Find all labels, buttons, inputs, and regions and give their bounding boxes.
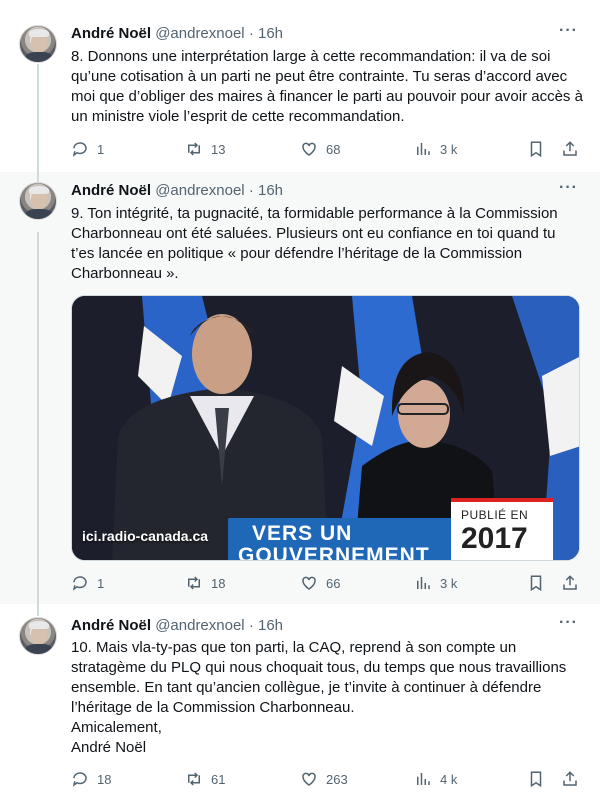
avatar[interactable] — [19, 25, 57, 63]
avatar[interactable] — [19, 617, 57, 655]
heart-icon — [302, 576, 316, 590]
thread-line — [37, 604, 39, 616]
retweet-icon — [188, 576, 200, 590]
tweet-text: 8. Donnons une interprétation large à ce… — [71, 48, 583, 125]
share-button[interactable] — [561, 768, 579, 790]
views-button[interactable]: 3 k — [414, 138, 457, 160]
published-label: PUBLIÉ EN — [461, 508, 529, 522]
tweet-3[interactable]: André Noël @andrexnoel · 16h ··· 10. Mai… — [0, 604, 600, 802]
author-handle[interactable]: @andrexnoel — [155, 182, 244, 199]
author-handle[interactable]: @andrexnoel — [155, 25, 244, 42]
event-banner: VERS UN GOUVERNEMENT — [228, 518, 460, 561]
views-icon — [417, 577, 430, 589]
author-name[interactable]: André Noël — [71, 25, 151, 42]
retweet-count: 18 — [211, 575, 226, 591]
reply-button[interactable]: 18 — [71, 768, 111, 790]
share-icon — [563, 141, 577, 156]
author-handle[interactable]: @andrexnoel — [155, 617, 244, 634]
view-count: 3 k — [440, 575, 458, 591]
tweet-media-image[interactable]: VERS UN GOUVERNEMENT ici.radio-canada.ca… — [71, 295, 580, 561]
tweet-actions: 1 13 68 3 k — [71, 138, 583, 160]
views-button[interactable]: 3 k — [414, 572, 457, 594]
like-count: 263 — [326, 771, 348, 787]
views-icon — [417, 143, 430, 155]
banner-text-line-1: VERS UN — [252, 522, 353, 545]
published-year: 2017 — [461, 522, 528, 555]
bookmark-button[interactable] — [527, 572, 545, 594]
tweet-thread: André Noël @andrexnoel · 16h ··· 8. Donn… — [0, 0, 600, 802]
retweet-count: 13 — [211, 141, 226, 157]
reply-count: 18 — [97, 771, 112, 787]
tweet-header: André Noël @andrexnoel · 16h — [71, 24, 283, 44]
more-icon[interactable]: ··· — [559, 614, 578, 632]
more-icon[interactable]: ··· — [559, 22, 578, 40]
retweet-button[interactable]: 18 — [185, 572, 225, 594]
share-button[interactable] — [561, 138, 579, 160]
like-button[interactable]: 68 — [300, 138, 340, 160]
media-watermark: ici.radio-canada.ca — [82, 528, 209, 544]
reply-button[interactable]: 1 — [71, 138, 104, 160]
separator: · — [248, 182, 254, 199]
tweet-text: 10. Mais vla-ty-pas que ton parti, la CA… — [71, 639, 567, 756]
bookmark-icon — [530, 575, 542, 592]
retweet-button[interactable]: 61 — [185, 768, 225, 790]
timestamp[interactable]: 16h — [258, 25, 283, 42]
heart-icon — [302, 142, 316, 156]
share-button[interactable] — [561, 572, 579, 594]
retweet-icon — [188, 772, 200, 786]
reply-icon — [72, 576, 87, 591]
thread-line — [37, 232, 39, 604]
retweet-icon — [188, 142, 200, 156]
tweet-1[interactable]: André Noël @andrexnoel · 16h ··· 8. Donn… — [0, 0, 600, 172]
timestamp[interactable]: 16h — [258, 617, 283, 634]
reply-button[interactable]: 1 — [71, 572, 104, 594]
views-button[interactable]: 4 k — [414, 768, 457, 790]
retweet-button[interactable]: 13 — [185, 138, 225, 160]
share-icon — [563, 771, 577, 786]
bookmark-button[interactable] — [527, 768, 545, 790]
author-name[interactable]: André Noël — [71, 182, 151, 199]
like-count: 68 — [326, 141, 341, 157]
banner-text-line-2: GOUVERNEMENT — [238, 544, 430, 561]
avatar[interactable] — [19, 182, 57, 220]
timestamp[interactable]: 16h — [258, 182, 283, 199]
view-count: 4 k — [440, 771, 458, 787]
reply-icon — [72, 772, 87, 787]
heart-icon — [302, 772, 316, 786]
tweet-2[interactable]: André Noël @andrexnoel · 16h ··· 9. Ton … — [0, 172, 600, 604]
separator: · — [248, 25, 254, 42]
tweet-header: André Noël @andrexnoel · 16h — [71, 181, 283, 201]
reply-count: 1 — [97, 141, 105, 157]
tweet-text: 9. Ton intégrité, ta pugnacité, ta formi… — [71, 205, 558, 282]
tweet-header: André Noël @andrexnoel · 16h — [71, 616, 283, 636]
views-icon — [417, 773, 430, 785]
view-count: 3 k — [440, 141, 458, 157]
bookmark-icon — [530, 141, 542, 158]
reply-icon — [72, 142, 87, 157]
bookmark-button[interactable] — [527, 138, 545, 160]
retweet-count: 61 — [211, 771, 226, 787]
like-count: 66 — [326, 575, 341, 591]
share-icon — [563, 575, 577, 590]
like-button[interactable]: 263 — [300, 768, 348, 790]
like-button[interactable]: 66 — [300, 572, 340, 594]
published-badge: PUBLIÉ EN 2017 — [451, 498, 553, 560]
thread-line — [37, 64, 39, 172]
author-name[interactable]: André Noël — [71, 617, 151, 634]
more-icon[interactable]: ··· — [559, 179, 578, 197]
separator: · — [248, 617, 254, 634]
bookmark-icon — [530, 771, 542, 788]
tweet-actions: 18 61 263 4 k — [71, 768, 583, 790]
reply-count: 1 — [97, 575, 105, 591]
tweet-actions: 1 18 66 3 k — [71, 572, 583, 594]
